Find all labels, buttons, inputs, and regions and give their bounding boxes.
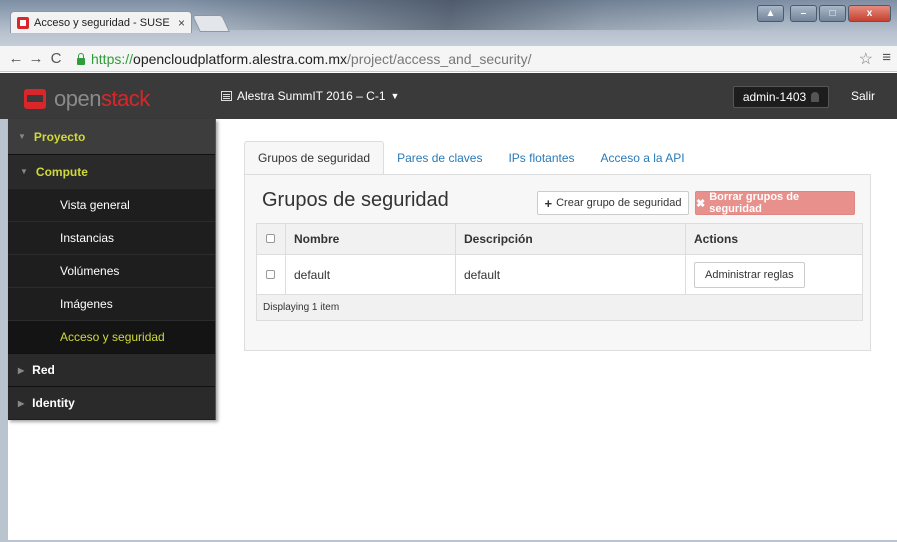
address-bar[interactable]: https://opencloudplatform.alestra.com.mx… bbox=[91, 51, 531, 67]
create-security-group-button[interactable]: + Crear grupo de seguridad bbox=[537, 191, 689, 215]
browser-menu-icon[interactable]: ≡ bbox=[882, 49, 891, 66]
logout-link[interactable]: Salir bbox=[851, 89, 875, 103]
triangle-right-icon: ▶ bbox=[18, 398, 25, 408]
tab-ips-flotantes[interactable]: IPs flotantes bbox=[495, 141, 587, 175]
browser-toolbar: ← → C https://opencloudplatform.alestra.… bbox=[0, 46, 897, 72]
delete-button-label: Borrar grupos de seguridad bbox=[709, 191, 800, 215]
titlebar-decoration bbox=[180, 0, 780, 30]
sidebar-subsection-compute[interactable]: ▼ Compute bbox=[8, 154, 215, 188]
window-controls: ▲ – □ x bbox=[757, 5, 891, 22]
table-footer-row: Displaying 1 item bbox=[256, 294, 863, 321]
row-checkbox-cell bbox=[256, 254, 286, 295]
sidebar-item-imagenes[interactable]: Imágenes bbox=[8, 287, 215, 320]
row-checkbox[interactable] bbox=[266, 269, 275, 279]
close-window-button[interactable]: x bbox=[848, 5, 891, 22]
delete-security-groups-button[interactable]: ✖ Borrar grupos de seguridad bbox=[695, 191, 855, 215]
sidebar: ▼ Proyecto ▼ Compute Vista general Insta… bbox=[8, 119, 216, 420]
manage-rules-button[interactable]: Administrar reglas bbox=[694, 261, 805, 288]
select-all-cell bbox=[256, 223, 286, 255]
cell-actions: Administrar reglas bbox=[685, 254, 863, 295]
browser-tab[interactable]: Acceso y seguridad - SUSE × bbox=[10, 11, 192, 33]
sidebar-section-label: Proyecto bbox=[33, 129, 86, 144]
url-scheme: https:// bbox=[91, 50, 134, 67]
forward-arrow-icon[interactable]: → bbox=[26, 50, 46, 67]
url-path: /project/access_and_security/ bbox=[347, 50, 532, 67]
logo-text-open: open bbox=[54, 86, 101, 111]
minimize-button[interactable]: – bbox=[790, 5, 817, 22]
sidebar-section-label: Identity bbox=[32, 396, 75, 410]
maximize-button[interactable]: □ bbox=[819, 5, 846, 22]
column-header-nombre[interactable]: Nombre bbox=[285, 223, 456, 255]
user-icon bbox=[811, 92, 820, 102]
user-name: admin-1403 bbox=[742, 90, 807, 104]
browser-titlebar: Acceso y seguridad - SUSE × ▲ – □ x bbox=[0, 0, 897, 46]
tab-close-icon[interactable]: × bbox=[178, 16, 185, 30]
openstack-header: open stack Alestra SummIT 2016 – C-1 ▼ ad… bbox=[0, 73, 897, 119]
triangle-down-icon: ▼ bbox=[20, 167, 28, 176]
x-icon: ✖ bbox=[696, 197, 706, 210]
table-footer: Displaying 1 item bbox=[256, 294, 863, 321]
select-all-checkbox[interactable] bbox=[266, 234, 275, 243]
tab-grupos-seguridad[interactable]: Grupos de seguridad bbox=[244, 141, 385, 175]
column-header-actions: Actions bbox=[685, 223, 863, 255]
cell-description: default bbox=[455, 254, 686, 295]
sidebar-item-acceso-seguridad[interactable]: Acceso y seguridad bbox=[8, 320, 215, 353]
triangle-right-icon: ▶ bbox=[18, 365, 25, 375]
plus-icon: + bbox=[544, 195, 553, 211]
sidebar-section-label: Red bbox=[32, 363, 55, 377]
create-button-label: Crear grupo de seguridad bbox=[556, 197, 682, 209]
tab-title: Acceso y seguridad - SUSE bbox=[34, 16, 170, 29]
tab-acceso-api[interactable]: Acceso a la API bbox=[588, 141, 698, 175]
sidebar-item-vista-general[interactable]: Vista general bbox=[8, 188, 215, 221]
page-title: Grupos de seguridad bbox=[262, 189, 449, 211]
tab-pares-claves[interactable]: Pares de claves bbox=[384, 141, 495, 175]
security-groups-table: Nombre Descripción Actions default defau… bbox=[256, 223, 863, 321]
project-list-icon bbox=[221, 91, 232, 101]
back-arrow-icon[interactable]: ← bbox=[6, 50, 26, 67]
window-user-icon[interactable]: ▲ bbox=[757, 5, 784, 22]
sidebar-section-identity[interactable]: ▶ Identity bbox=[8, 386, 215, 419]
lock-icon bbox=[76, 52, 86, 65]
cell-name: default bbox=[285, 254, 456, 295]
window-left-border bbox=[0, 73, 8, 542]
content-tabs: Grupos de seguridad Pares de claves IPs … bbox=[244, 141, 698, 175]
triangle-down-icon: ▼ bbox=[18, 132, 26, 141]
column-header-descripcion[interactable]: Descripción bbox=[455, 223, 686, 255]
project-name: Alestra SummIT 2016 – C-1 bbox=[237, 89, 386, 103]
reload-icon[interactable]: C bbox=[46, 50, 66, 67]
security-groups-panel: Grupos de seguridad + Crear grupo de seg… bbox=[244, 174, 871, 351]
project-selector[interactable]: Alestra SummIT 2016 – C-1 ▼ bbox=[221, 89, 399, 103]
openstack-logo-icon bbox=[24, 89, 46, 109]
table-row: default default Administrar reglas bbox=[256, 254, 863, 295]
sidebar-item-volumenes[interactable]: Volúmenes bbox=[8, 254, 215, 287]
table-header-row: Nombre Descripción Actions bbox=[256, 223, 863, 255]
sidebar-section-proyecto[interactable]: ▼ Proyecto bbox=[8, 119, 215, 154]
sidebar-item-instancias[interactable]: Instancias bbox=[8, 221, 215, 254]
url-host: opencloudplatform.alestra.com.mx bbox=[133, 50, 348, 67]
bookmark-star-icon[interactable]: ☆ bbox=[859, 49, 873, 69]
openstack-favicon-icon bbox=[17, 16, 29, 29]
openstack-logo[interactable]: open stack bbox=[24, 86, 150, 112]
user-menu-button[interactable]: admin-1403 bbox=[733, 86, 829, 108]
sidebar-section-red[interactable]: ▶ Red bbox=[8, 353, 215, 386]
logo-text-stack: stack bbox=[100, 86, 150, 111]
caret-down-icon: ▼ bbox=[390, 91, 400, 101]
sidebar-subsection-label: Compute bbox=[35, 164, 88, 179]
